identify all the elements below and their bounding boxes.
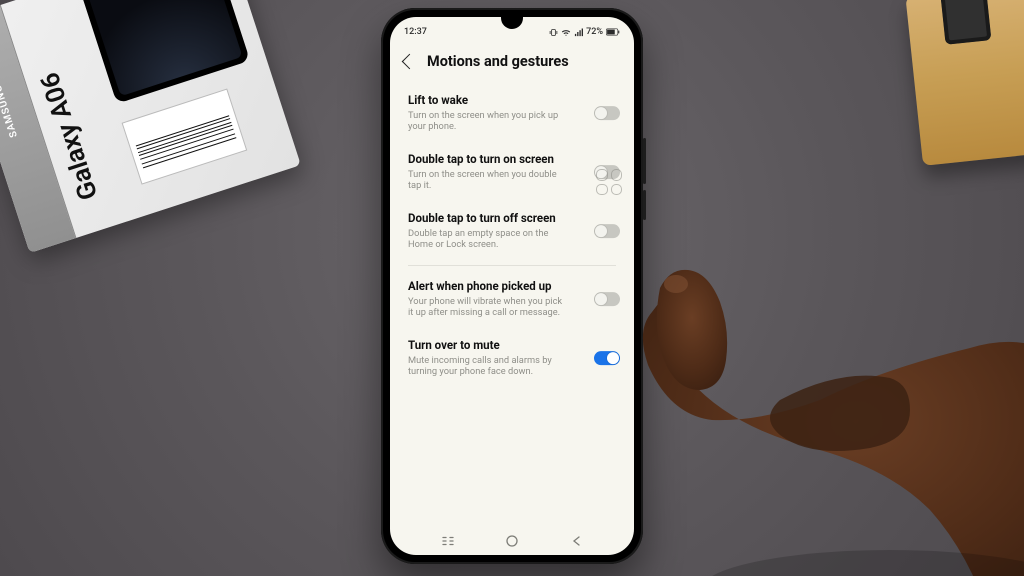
svg-text:Galaxy A06: Galaxy A06	[35, 69, 104, 204]
scene-background: SAMSUNG Galaxy A06 12:37	[0, 0, 1024, 576]
status-time: 12:37	[404, 27, 427, 37]
setting-lift-to-wake[interactable]: Lift to wake Turn on the screen when you…	[390, 84, 634, 143]
list-divider	[408, 265, 616, 266]
signal-icon	[574, 28, 583, 37]
nav-home-icon[interactable]	[505, 534, 519, 548]
wifi-icon	[561, 28, 571, 37]
page-header: Motions and gestures	[390, 43, 634, 84]
setting-title: Double tap to turn on screen	[408, 153, 586, 167]
svg-text:SAMSUNG: SAMSUNG	[0, 83, 20, 139]
setting-double-tap-off[interactable]: Double tap to turn off screen Double tap…	[390, 202, 634, 261]
phone-body: 12:37 72%	[381, 8, 643, 564]
battery-icon	[606, 28, 620, 36]
setting-desc: Double tap an empty space on the Home or…	[408, 228, 568, 251]
toggle-double-tap-off[interactable]	[594, 224, 620, 238]
nav-back-icon[interactable]	[570, 534, 584, 548]
page-title: Motions and gestures	[427, 53, 569, 70]
setting-title: Double tap to turn off screen	[408, 212, 586, 226]
setting-desc: Turn on the screen when you pick up your…	[408, 110, 568, 133]
setting-desc: Turn on the screen when you double tap i…	[408, 169, 568, 192]
setting-turn-over-mute[interactable]: Turn over to mute Mute incoming calls an…	[390, 329, 634, 388]
recent-apps-overlay-icon[interactable]	[596, 169, 622, 195]
user-hand	[630, 260, 1024, 576]
vibrate-icon	[549, 28, 558, 37]
wooden-prop	[905, 0, 1024, 166]
toggle-alert-pickup[interactable]	[594, 292, 620, 306]
channel-logo-chip	[974, 546, 1024, 576]
phone-screen: 12:37 72%	[390, 17, 634, 555]
android-navbar	[390, 527, 634, 555]
setting-title: Lift to wake	[408, 94, 586, 108]
product-box: SAMSUNG Galaxy A06	[0, 0, 301, 253]
setting-title: Alert when phone picked up	[408, 280, 586, 294]
setting-title: Turn over to mute	[408, 339, 586, 353]
toggle-turn-over-mute[interactable]	[594, 351, 620, 365]
setting-desc: Your phone will vibrate when you pick it…	[408, 296, 568, 319]
battery-percent: 72%	[586, 27, 603, 37]
toggle-lift-to-wake[interactable]	[594, 106, 620, 120]
settings-list: Lift to wake Turn on the screen when you…	[390, 84, 634, 388]
setting-alert-pickup[interactable]: Alert when phone picked up Your phone wi…	[390, 270, 634, 329]
back-icon[interactable]	[402, 54, 418, 70]
setting-desc: Mute incoming calls and alarms by turnin…	[408, 355, 568, 378]
nav-recents-icon[interactable]	[441, 534, 455, 548]
